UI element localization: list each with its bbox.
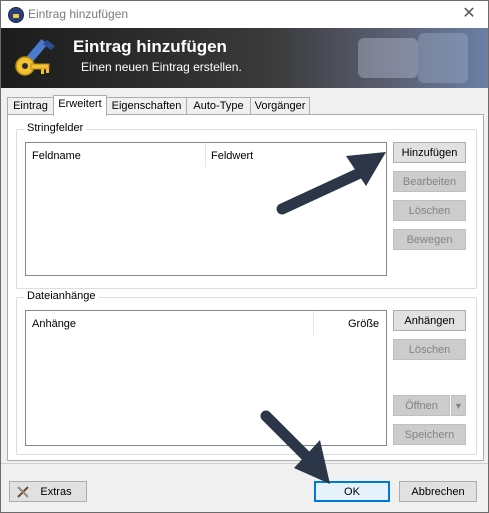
key-pencil-icon (15, 39, 55, 76)
extras-label: Extras (40, 486, 72, 498)
tab-vorgaenger[interactable]: Vorgänger (250, 97, 310, 115)
attachments-legend: Dateianhänge (24, 290, 99, 302)
ok-button[interactable]: OK (314, 481, 390, 502)
banner-decoration-icon (358, 33, 468, 83)
footer-bar: Extras OK Abbrechen (1, 463, 488, 512)
column-separator (205, 143, 206, 167)
stringfields-list-header: Feldname Feldwert (26, 143, 386, 170)
open-attachment-button[interactable]: Öffnen (393, 395, 450, 416)
stringfields-group: Stringfelder Feldname Feldwert Hinzufüge… (16, 122, 477, 289)
column-anhaenge[interactable]: Anhänge (32, 318, 76, 330)
column-feldwert[interactable]: Feldwert (211, 150, 253, 162)
extras-button[interactable]: Extras (9, 481, 87, 502)
window-title: Eintrag hinzufügen (28, 7, 129, 21)
dialog-window: Eintrag hinzufügen ✕ Eintrag hinzufügen … (0, 0, 489, 513)
column-separator (313, 311, 314, 335)
lock-icon (8, 7, 24, 23)
delete-field-button[interactable]: Löschen (393, 200, 466, 221)
tab-eintrag[interactable]: Eintrag (7, 97, 54, 115)
tools-icon (17, 486, 29, 498)
attachments-list[interactable]: Anhänge Größe (25, 310, 387, 446)
stringfields-legend: Stringfelder (24, 122, 87, 134)
add-field-button[interactable]: Hinzufügen (393, 142, 466, 163)
tab-eigenschaften[interactable]: Eigenschaften (106, 97, 187, 115)
banner-subtitle: Einen neuen Eintrag erstellen. (81, 60, 242, 74)
stringfields-list[interactable]: Feldname Feldwert (25, 142, 387, 276)
column-groesse[interactable]: Größe (348, 318, 379, 330)
attach-button[interactable]: Anhängen (393, 310, 466, 331)
edit-field-button[interactable]: Bearbeiten (393, 171, 466, 192)
tab-panel-erweitert: Stringfelder Feldname Feldwert Hinzufüge… (7, 114, 484, 461)
save-attachment-button[interactable]: Speichern (393, 424, 466, 445)
banner-title: Eintrag hinzufügen (73, 37, 227, 56)
footer-divider (1, 463, 488, 464)
header-banner: Eintrag hinzufügen Einen neuen Eintrag e… (1, 28, 488, 88)
move-field-button[interactable]: Bewegen (393, 229, 466, 250)
close-button[interactable]: ✕ (458, 4, 480, 24)
cancel-button[interactable]: Abbrechen (399, 481, 477, 502)
column-feldname[interactable]: Feldname (32, 150, 81, 162)
attachments-list-header: Anhänge Größe (26, 311, 386, 338)
chevron-down-icon[interactable]: ▼ (451, 395, 466, 416)
tab-auto-type[interactable]: Auto-Type (186, 97, 251, 115)
delete-attachment-button[interactable]: Löschen (393, 339, 466, 360)
title-bar: Eintrag hinzufügen ✕ (1, 1, 488, 28)
tab-erweitert[interactable]: Erweitert (53, 95, 107, 116)
attachments-group: Dateianhänge Anhänge Größe Anhängen Lösc… (16, 290, 477, 455)
